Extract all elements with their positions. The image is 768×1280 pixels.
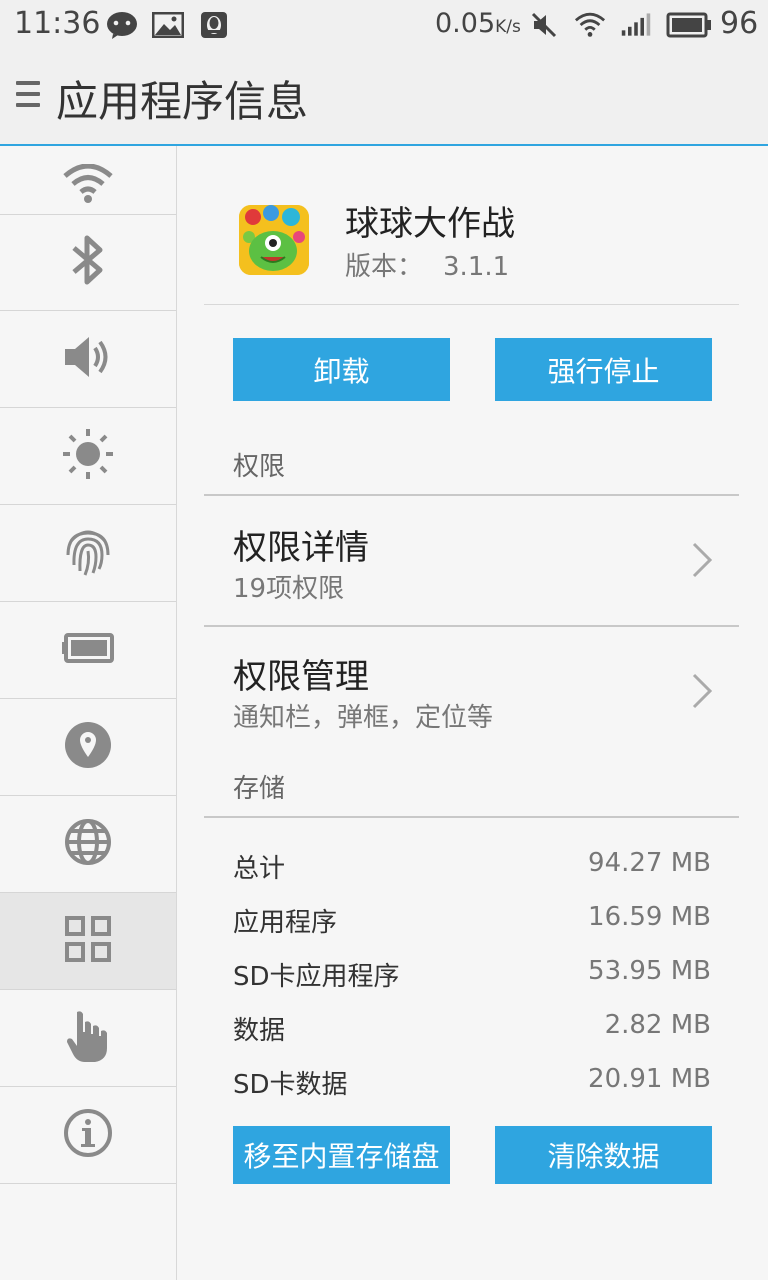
signal-icon <box>620 9 652 41</box>
sidebar-item-sound[interactable] <box>0 311 176 408</box>
sidebar-item-wifi[interactable] <box>0 118 176 215</box>
bluetooth-icon <box>68 234 108 290</box>
storage-row-label: 数据 <box>233 1016 286 1046</box>
storage-row-value: 16.59 MB <box>588 902 711 932</box>
storage-row-value: 2.82 MB <box>604 1010 711 1040</box>
mute-icon <box>528 9 560 41</box>
storage-row-value: 53.95 MB <box>588 956 711 986</box>
divider <box>204 304 739 305</box>
storage-row-label: 应用程序 <box>233 908 338 938</box>
force-stop-button[interactable]: 强行停止 <box>495 338 712 401</box>
move-storage-button[interactable]: 移至内置存储盘 <box>233 1126 450 1184</box>
battery-percent: 96 <box>720 6 759 41</box>
sidebar-item-network[interactable] <box>0 796 176 893</box>
sidebar-item-bluetooth[interactable] <box>0 214 176 311</box>
chevron-right-icon <box>692 673 713 709</box>
app-name: 球球大作战 <box>345 204 515 244</box>
notification-icons <box>106 9 230 41</box>
sidebar-item-apps[interactable] <box>0 893 176 990</box>
volume-icon <box>63 334 113 384</box>
clear-data-button[interactable]: 清除数据 <box>495 1126 712 1184</box>
wechat-icon <box>106 9 138 41</box>
storage-section-label: 存储 <box>233 774 286 804</box>
globe-icon <box>63 817 113 871</box>
uninstall-button[interactable]: 卸载 <box>233 338 450 401</box>
wifi-icon <box>62 163 114 208</box>
battery-icon <box>62 633 114 667</box>
qq-icon <box>198 9 230 41</box>
storage-row-value: 20.91 MB <box>588 1064 711 1094</box>
sidebar-item-fingerprint[interactable] <box>0 505 176 602</box>
system-icons <box>528 9 712 41</box>
apps-grid-icon <box>65 916 111 966</box>
status-time: 11:36 <box>14 6 101 41</box>
app-info-panel: 球球大作战 版本： 3.1.1 卸载 强行停止 权限 权限详情 19项权限 权限管… <box>177 146 768 1280</box>
permission-details-row[interactable]: 权限详情 19项权限 <box>204 496 739 624</box>
storage-row-value: 94.27 MB <box>588 848 711 878</box>
wifi-icon <box>574 9 606 41</box>
storage-row-label: 总计 <box>233 854 286 884</box>
sidebar-item-location[interactable] <box>0 699 176 796</box>
image-icon <box>152 9 184 41</box>
menu-icon[interactable] <box>16 81 40 111</box>
brightness-icon <box>61 427 115 485</box>
info-icon <box>63 1108 113 1162</box>
status-bar: 11:36 0.05K/s 96 <box>0 0 768 50</box>
sidebar-item-battery[interactable] <box>0 602 176 699</box>
sidebar-item-display[interactable] <box>0 408 176 505</box>
permissions-section-label: 权限 <box>233 452 286 482</box>
fingerprint-icon <box>63 525 113 581</box>
net-speed: 0.05K/s <box>435 8 521 39</box>
battery-icon <box>666 9 712 41</box>
permission-details-subtitle: 19项权限 <box>233 574 345 604</box>
settings-sidebar <box>0 146 177 1280</box>
permission-management-row[interactable]: 权限管理 通知栏，弹框，定位等 <box>204 627 739 755</box>
storage-row-label: SD卡数据 <box>233 1070 348 1100</box>
app-version: 版本： 3.1.1 <box>345 252 510 282</box>
sidebar-item-gestures[interactable] <box>0 990 176 1087</box>
sidebar-item-about[interactable] <box>0 1087 176 1184</box>
permission-management-subtitle: 通知栏，弹框，定位等 <box>233 703 494 733</box>
divider <box>204 816 739 818</box>
permission-management-title: 权限管理 <box>233 657 369 697</box>
app-icon <box>239 205 309 275</box>
chevron-right-icon <box>692 542 713 578</box>
hand-gesture-icon <box>65 1008 111 1068</box>
location-icon <box>63 720 113 774</box>
storage-row-label: SD卡应用程序 <box>233 962 400 992</box>
permission-details-title: 权限详情 <box>233 528 369 568</box>
